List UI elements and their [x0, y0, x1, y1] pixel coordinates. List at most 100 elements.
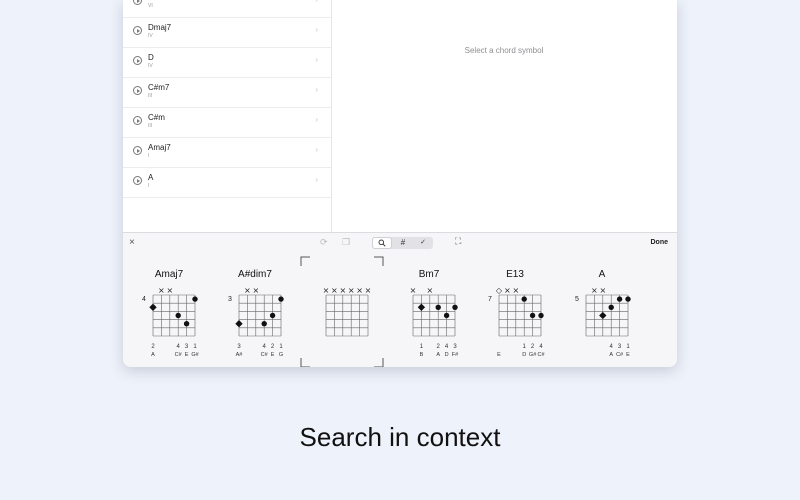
muted-string-marker: ×	[166, 286, 173, 295]
chord-list-item-name: C#m	[148, 113, 165, 122]
chord-list: F#mVI›Dmaj7IV›DIV›C#m7III›C#mIII›Amaj7I›…	[123, 0, 332, 232]
chevron-right-icon: ›	[315, 175, 318, 184]
expand-icon[interactable]: ⛶	[455, 236, 461, 247]
chord-list-item[interactable]: Amaj7 I ›	[123, 138, 331, 168]
note-name: F#	[452, 352, 459, 358]
finger-dot	[529, 312, 536, 319]
play-icon[interactable]	[133, 86, 142, 95]
chevron-right-icon: ›	[315, 85, 318, 94]
chord-list-item-name: Dmaj7	[148, 23, 172, 32]
finger-number: 4	[177, 344, 181, 350]
finger-number: 2	[271, 344, 275, 350]
finger-number: 3	[453, 344, 457, 350]
detail-placeholder: Select a chord symbol	[464, 46, 544, 55]
sharp-mode-button[interactable]: #	[393, 237, 413, 249]
chord-list-item[interactable]: C#m III ›	[123, 108, 331, 138]
finger-number: 4	[263, 344, 267, 350]
chord-list-item-name: A	[148, 173, 154, 182]
chord-list-item[interactable]: A I ›	[123, 168, 331, 198]
note-name: C#	[537, 352, 545, 358]
finger-number: 3	[237, 344, 241, 350]
mode-segmented-control: # ✓	[372, 237, 433, 249]
chord-slot-empty[interactable]: × × × × × ×	[300, 256, 384, 367]
chord-diagram-name: E13	[506, 269, 524, 280]
copy-icon[interactable]: ❐	[342, 237, 350, 248]
finger-dot	[435, 304, 441, 310]
chord-list-item-name: C#m7	[148, 83, 170, 92]
chord-diagram[interactable]: E13 ◇ × × 7 1 2 4 E D G# C#	[485, 265, 545, 360]
chord-diagram[interactable]: A × × 5 4 3 1 A C# E	[572, 265, 632, 360]
chevron-right-icon: ›	[315, 115, 318, 124]
open-string-marker: ◇	[496, 286, 503, 295]
note-name: C#	[616, 352, 624, 358]
muted-string-marker: ×	[244, 286, 251, 295]
finger-dot	[261, 321, 267, 327]
chord-diagram[interactable]: Bm7 × × 1 2 4 3 B A D F#	[399, 265, 459, 360]
note-name: A#	[236, 352, 244, 358]
done-button[interactable]: Done	[651, 239, 669, 246]
finger-dot	[616, 296, 623, 302]
finger-number: 4	[445, 344, 449, 350]
chord-grid: × × 3 3 4 2 1 A# C# E G	[228, 286, 284, 358]
chord-diagram-name: A#dim7	[238, 269, 272, 280]
note-name: G	[279, 352, 283, 358]
play-icon[interactable]	[133, 56, 142, 65]
chord-list-item-degree: IV	[148, 63, 153, 69]
chord-list-item[interactable]: D IV ›	[123, 48, 331, 78]
finger-dot	[538, 312, 544, 319]
chord-list-item-name: F#m	[148, 0, 164, 2]
note-name: G#	[191, 352, 199, 358]
chord-list-item[interactable]: C#m7 III ›	[123, 78, 331, 108]
chord-list-item[interactable]: F#mVI ›	[123, 0, 331, 18]
chord-list-item-name: Amaj7	[148, 143, 171, 152]
chord-list-item-name: D	[148, 53, 154, 62]
play-icon[interactable]	[133, 176, 142, 185]
finger-number: 2	[437, 344, 441, 350]
search-mode-button[interactable]	[372, 237, 392, 249]
chord-grid: × × 1 2 4 3 B A D F#	[410, 286, 459, 358]
finger-number: 1	[523, 344, 527, 350]
finger-dot	[192, 296, 198, 302]
note-name: D	[522, 352, 526, 358]
chord-list-item-degree: III	[148, 93, 153, 99]
muted-string-marker: ×	[252, 286, 259, 295]
finger-number: 1	[626, 344, 630, 350]
muted-string-marker: ×	[599, 286, 606, 295]
chord-diagram-name: Bm7	[418, 269, 440, 280]
note-name: E	[271, 352, 275, 358]
note-name: E	[626, 352, 630, 358]
chord-list-item-degree: IV	[148, 33, 153, 39]
play-icon[interactable]	[133, 0, 142, 5]
bracket-corner	[300, 358, 310, 367]
note-name: A	[151, 352, 155, 358]
muted-string-marker: ×	[426, 286, 433, 295]
note-name: B	[420, 352, 424, 358]
finger-dot	[278, 296, 284, 302]
chord-diagram[interactable]: A#dim7 × × 3 3 4 2 1 A# C# E G	[225, 265, 285, 360]
marketing-caption: Search in context	[299, 422, 501, 452]
search-icon	[378, 239, 386, 247]
play-icon[interactable]	[133, 116, 142, 125]
root-dot	[149, 303, 157, 311]
chord-diagram[interactable]: Amaj7 × × 4 2 4 3 1 A C# E G#	[139, 265, 199, 360]
chord-list-item-degree: I	[148, 153, 150, 159]
chord-input-panel: × ⟳ ❐ # ✓ ⛶ Done Amaj7 × × 4 2 4 3 1 A C# E G# A#dim…	[123, 232, 677, 367]
note-name: C#	[261, 352, 269, 358]
note-name: D	[445, 352, 449, 358]
note-name: A	[436, 352, 440, 358]
finger-dot	[452, 304, 458, 310]
note-name: E	[497, 352, 501, 358]
check-mode-button[interactable]: ✓	[413, 237, 433, 249]
refresh-icon[interactable]: ⟳	[320, 237, 328, 248]
chord-grid: ◇ × ×71 2 4E D G# C#	[488, 286, 545, 358]
chord-list-item[interactable]: Dmaj7 IV ›	[123, 18, 331, 48]
note-name: E	[185, 352, 189, 358]
finger-dot	[608, 304, 614, 310]
finger-number: 4	[610, 344, 614, 350]
app-window: F#mVI›Dmaj7IV›DIV›C#m7III›C#mIII›Amaj7I›…	[123, 0, 677, 367]
close-button[interactable]: ×	[129, 237, 135, 248]
play-icon[interactable]	[133, 26, 142, 35]
bracket-corner	[374, 358, 384, 367]
fret-number: 7	[488, 296, 492, 303]
play-icon[interactable]	[133, 146, 142, 155]
